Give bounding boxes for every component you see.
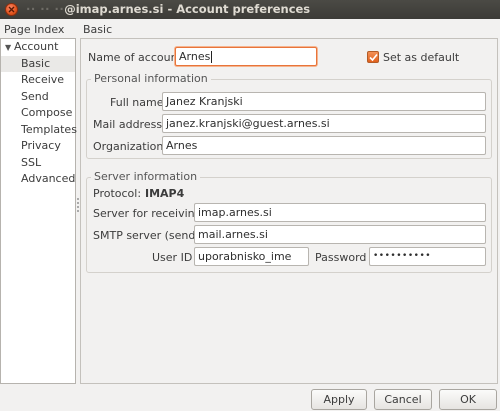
title-bar: ·· ·· ··@imap.arnes.si - Account prefere… bbox=[0, 0, 500, 19]
basic-settings-panel: Name of account Arnes Set as default Per… bbox=[80, 38, 498, 384]
full-name-label: Full name bbox=[110, 96, 164, 109]
tree-item-receive[interactable]: Receive bbox=[1, 72, 75, 89]
ok-button[interactable]: OK bbox=[439, 389, 497, 410]
tree-item-ssl[interactable]: SSL bbox=[1, 155, 75, 172]
expander-arrow-icon[interactable]: ▼ bbox=[5, 40, 14, 57]
user-id-input[interactable]: uporabnisko_ime bbox=[194, 247, 309, 266]
splitter-grip-icon bbox=[77, 198, 79, 212]
page-index-tree: ▼ Account Basic Receive Send Compose Temp… bbox=[0, 38, 77, 384]
tree-item-advanced[interactable]: Advanced bbox=[1, 171, 75, 188]
receive-server-input[interactable]: imap.arnes.si bbox=[194, 203, 486, 222]
tree-item-basic[interactable]: Basic bbox=[1, 55, 75, 72]
apply-button[interactable]: Apply bbox=[311, 389, 367, 410]
window-title-text: @imap.arnes.si - Account preferences bbox=[64, 2, 311, 16]
protocol-label: Protocol: bbox=[93, 187, 142, 200]
set-default-checkbox[interactable] bbox=[367, 51, 379, 63]
account-name-label: Name of account bbox=[88, 51, 182, 64]
cancel-button[interactable]: Cancel bbox=[374, 389, 432, 410]
mail-address-label: Mail address bbox=[93, 118, 163, 131]
organization-input[interactable]: Arnes bbox=[162, 136, 486, 155]
password-label: Password bbox=[315, 251, 367, 264]
tree-item-privacy[interactable]: Privacy bbox=[1, 138, 75, 155]
smtp-server-input[interactable]: mail.arnes.si bbox=[194, 225, 486, 244]
mail-address-input[interactable]: janez.kranjski@guest.arnes.si bbox=[162, 114, 486, 133]
page-index-header: Page Index bbox=[0, 22, 76, 38]
tree-item-account[interactable]: ▼ Account bbox=[1, 39, 75, 56]
tree-item-templates[interactable]: Templates bbox=[1, 122, 77, 139]
account-name-input[interactable]: Arnes bbox=[175, 47, 317, 66]
personal-information-title: Personal information bbox=[91, 72, 211, 85]
text-cursor bbox=[211, 51, 213, 63]
server-information-title: Server information bbox=[91, 170, 201, 183]
organization-label: Organization bbox=[93, 140, 164, 153]
obscured-title-prefix: ·· ·· ·· bbox=[26, 2, 65, 16]
receive-server-label: Server for receiving bbox=[93, 207, 202, 220]
full-name-input[interactable]: Janez Kranjski bbox=[162, 92, 486, 111]
close-icon[interactable] bbox=[5, 3, 18, 16]
account-name-value: Arnes bbox=[179, 50, 211, 63]
checkmark-icon bbox=[369, 53, 378, 62]
protocol-value: IMAP4 bbox=[145, 187, 185, 200]
password-input[interactable]: •••••••••• bbox=[369, 247, 486, 266]
set-default-label[interactable]: Set as default bbox=[383, 51, 459, 64]
tree-item-label: Account bbox=[14, 40, 59, 53]
page-header: Basic bbox=[80, 22, 498, 38]
tree-item-compose[interactable]: Compose bbox=[1, 105, 75, 122]
window-title: ·· ·· ··@imap.arnes.si - Account prefere… bbox=[26, 2, 310, 16]
tree-item-send[interactable]: Send bbox=[1, 89, 75, 106]
smtp-server-label: SMTP server (send) bbox=[93, 229, 200, 242]
user-id-label: User ID bbox=[152, 251, 193, 264]
